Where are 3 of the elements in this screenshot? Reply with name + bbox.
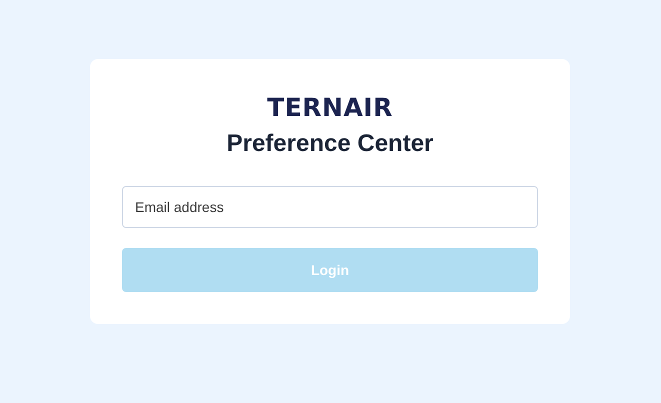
email-field[interactable]: Email address — [122, 186, 538, 228]
logo: TERNAIR — [267, 93, 393, 123]
page-title: Preference Center — [226, 129, 434, 159]
